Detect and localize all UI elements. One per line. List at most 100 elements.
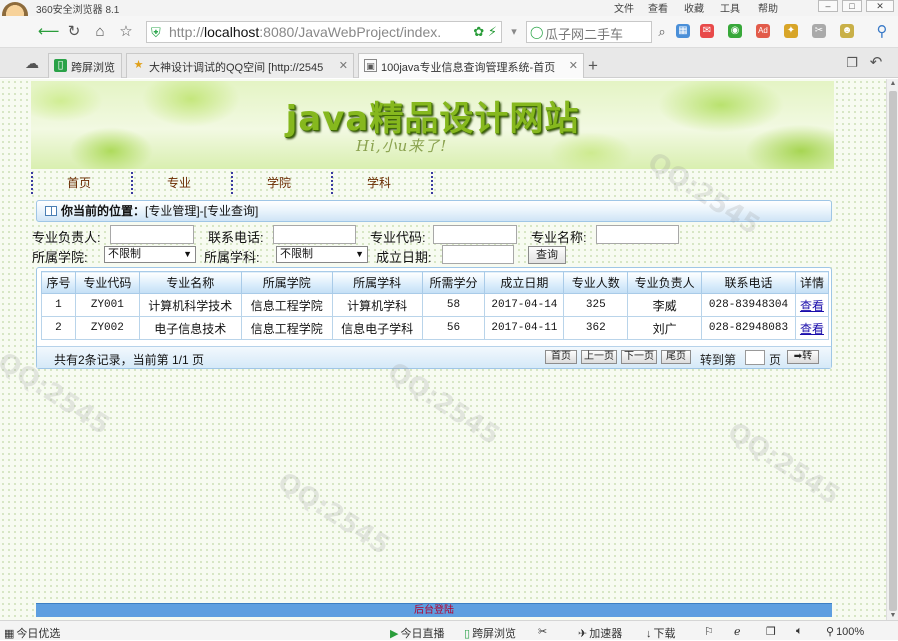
new-tab-icon[interactable]: + [588, 56, 598, 76]
tab-cross-screen[interactable]: ▯ 跨屏浏览 [48, 53, 122, 78]
last-page-button[interactable]: 尾页 [661, 350, 691, 364]
star-icon[interactable]: ☆ [116, 22, 136, 42]
nav-home[interactable]: 首页 [31, 172, 131, 194]
view-detail-link[interactable]: 查看 [800, 322, 824, 336]
cell-code: ZY001 [74, 293, 140, 317]
menu-file[interactable]: 文件 [614, 0, 634, 15]
undo-close-icon[interactable]: ↶ [866, 53, 886, 73]
security-icon[interactable]: ◉ [728, 24, 742, 38]
browser-titlebar: 360安全浏览器 8.1 文件 查看 收藏 工具 帮助 – □ ✕ [0, 0, 898, 32]
result-panel: 序号 专业代码 专业名称 所属学院 所属学科 所需学分 成立日期 专业人数 专业… [36, 267, 832, 369]
cell-leader: 刘广 [627, 316, 703, 340]
close-tab-icon[interactable]: ✕ [339, 59, 348, 72]
search-form-row-1: 专业负责人: 联系电话: 专业代码: 专业名称: [32, 225, 692, 245]
status-sound-icon[interactable]: 🔈︎ [796, 625, 803, 638]
home-icon[interactable]: ⌂ [90, 22, 110, 42]
col-header-subject: 所属学科 [331, 271, 423, 294]
back-icon[interactable]: ⟵ [38, 22, 60, 42]
browser-statusbar: ▦ 今日优选 ▶ 今日直播 ▯ 跨屏浏览 ✂ ✈ 加速器 ↓ 下载 ⚐ ℯ ❒ 🔈︎ ⚲ 1… [0, 620, 898, 640]
phone-input[interactable] [273, 225, 356, 244]
cell-index: 1 [41, 293, 76, 317]
search-tool-icon[interactable]: ⚲ [872, 22, 892, 42]
maximize-button[interactable]: □ [842, 0, 862, 12]
jump-to-label: 转到第 [700, 353, 737, 367]
cell-name: 电子信息技术 [138, 316, 242, 340]
dropdown-arrow-icon[interactable]: ▾ [504, 22, 524, 42]
status-browser-icon[interactable]: ℯ [734, 625, 741, 638]
next-page-button[interactable]: 下一页 [621, 350, 657, 364]
admin-login-link[interactable]: 后台登陆 [414, 605, 454, 616]
prev-page-button[interactable]: 上一页 [581, 350, 617, 364]
col-header-college: 所属学院 [240, 271, 333, 294]
scissors-icon: ✂ [538, 626, 548, 638]
status-zoom[interactable]: ⚲ 100% [826, 625, 864, 638]
refresh-icon[interactable]: ↻ [64, 22, 84, 42]
status-window-icon[interactable]: ❒ [766, 625, 776, 638]
cell-index: 2 [41, 316, 76, 340]
url-input[interactable]: ⛨ http://localhost:8080/JavaWebProject/i… [146, 21, 502, 43]
screenshot-icon[interactable]: ✂ [812, 24, 826, 38]
url-action-icons[interactable]: ✿ ⚡ [473, 24, 497, 40]
shield-icon: ⛨ [151, 25, 161, 40]
subject-select[interactable]: 不限制 ▼ [276, 246, 368, 263]
cell-name: 计算机科学技术 [138, 293, 242, 317]
banner-title: java精品设计网站 [285, 99, 580, 139]
college-label: 所属学院: [32, 250, 88, 265]
major-name-input[interactable] [596, 225, 679, 244]
watermark: QQ:2545 [382, 356, 505, 452]
founded-date-label: 成立日期: [376, 250, 432, 265]
menu-view[interactable]: 查看 [648, 0, 668, 15]
mail-icon[interactable]: ✉ [700, 24, 714, 38]
close-tab-icon[interactable]: ✕ [569, 59, 578, 72]
status-flag-icon[interactable]: ⚐ [704, 625, 714, 638]
nav-college[interactable]: 学院 [231, 172, 331, 194]
status-cross-screen[interactable]: ▯ 跨屏浏览 [464, 625, 516, 641]
admin-login-bar: 后台登陆 [36, 603, 832, 617]
leader-input[interactable] [110, 225, 194, 244]
scroll-up-icon[interactable]: ▲ [888, 80, 898, 87]
cell-code: ZY002 [74, 316, 140, 340]
tab-qq-space[interactable]: ★ 大神设计调试的QQ空间 [http://2545 ✕ [126, 53, 354, 78]
query-button[interactable]: 查询 [528, 246, 566, 264]
col-header-phone: 联系电话 [701, 271, 796, 294]
phone-label: 联系电话: [208, 230, 264, 245]
location-label: 你当前的位置： [61, 204, 146, 218]
grid-icon[interactable]: ▦ [676, 24, 690, 38]
search-icon[interactable]: ⌕ [652, 22, 672, 42]
view-detail-link[interactable]: 查看 [800, 299, 824, 313]
col-header-credits: 所需学分 [421, 271, 486, 294]
vertical-scrollbar[interactable]: ▲ ▼ [886, 79, 898, 620]
page-number-input[interactable] [745, 350, 765, 365]
extension-icon[interactable]: ✦ [784, 24, 798, 38]
status-tools[interactable]: ✂ [538, 625, 549, 638]
major-code-input[interactable] [433, 225, 517, 244]
menu-favorites[interactable]: 收藏 [684, 0, 704, 15]
pagination-bar: 共有2条记录，当前第 1/1 页 首页 上一页 下一页 尾页 转到第 页 ➡转 [37, 346, 831, 368]
status-download[interactable]: ↓ 下载 [646, 625, 676, 641]
status-recommend[interactable]: ▦ 今日优选 [4, 625, 60, 641]
scroll-down-icon[interactable]: ▼ [888, 612, 898, 619]
nav-subject[interactable]: 学科 [331, 172, 431, 194]
cell-date: 2017-04-14 [484, 293, 565, 317]
game-icon[interactable]: ☻ [840, 24, 854, 38]
search-input[interactable]: ◯ 瓜子网二手车 [526, 21, 652, 43]
status-accelerator[interactable]: ✈ 加速器 [578, 625, 622, 641]
status-live[interactable]: ▶ 今日直播 [390, 625, 444, 641]
tab-list-icon[interactable]: ❐ [842, 53, 862, 73]
minimize-button[interactable]: – [818, 0, 838, 12]
chevron-down-icon: ▼ [355, 249, 364, 259]
app-title: 360安全浏览器 8.1 [36, 5, 120, 16]
tab-current-page[interactable]: ▣ 100java专业信息查询管理系统-首页 ✕ [358, 53, 584, 78]
college-select[interactable]: 不限制 ▼ [104, 246, 196, 263]
scroll-thumb[interactable] [889, 91, 897, 611]
ad-block-icon[interactable]: Ad [756, 24, 770, 38]
close-window-button[interactable]: ✕ [866, 0, 894, 12]
cloud-icon[interactable]: ☁ [22, 53, 42, 73]
menu-tools[interactable]: 工具 [720, 0, 740, 15]
nav-major[interactable]: 专业 [131, 172, 231, 194]
menu-help[interactable]: 帮助 [758, 0, 778, 15]
go-button[interactable]: ➡转 [787, 350, 819, 364]
first-page-button[interactable]: 首页 [545, 350, 577, 364]
banner-subtitle: Hi,小u来了! [356, 137, 448, 155]
founded-date-input[interactable] [442, 245, 514, 264]
